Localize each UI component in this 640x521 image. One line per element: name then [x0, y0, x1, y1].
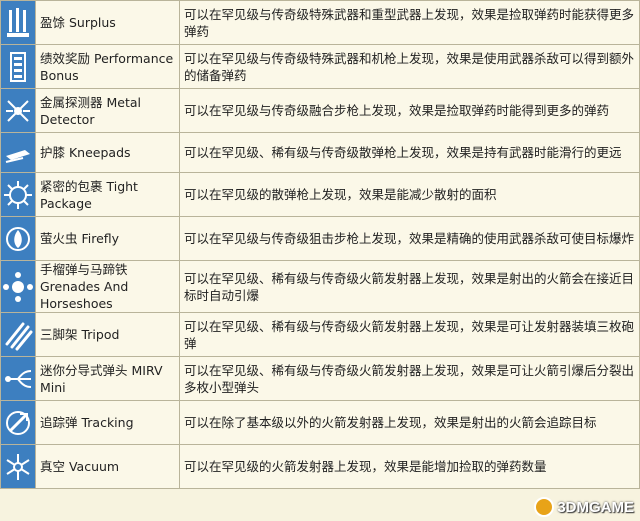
vacuum-icon: [2, 450, 35, 484]
perk-description: 可以在罕见级的散弹枪上发现，效果是能减少散射的面积: [179, 172, 640, 217]
perk-description: 可以在罕见级、稀有级与传奇级散弹枪上发现，效果是持有武器时能滑行的更远: [179, 132, 640, 173]
icon-cell: [0, 400, 36, 445]
tight-package-icon: [2, 178, 35, 212]
perk-description: 可以在罕见级、稀有级与传奇级火箭发射器上发现，效果是可让火箭引爆后分裂出多枚小型…: [179, 356, 640, 401]
perk-description: 可以在罕见级与传奇级特殊武器和机枪上发现，效果是使用武器杀敌可以得到额外的储备弹…: [179, 44, 640, 89]
perk-name: 迷你分导式弹头 MIRV Mini: [35, 356, 180, 401]
perk-name: 绩效奖励 Performance Bonus: [35, 44, 180, 89]
table-row: 绩效奖励 Performance Bonus 可以在罕见级与传奇级特殊武器和机枪…: [0, 44, 640, 89]
perk-name: 盈馀 Surplus: [35, 0, 180, 45]
table-row: 真空 Vacuum 可以在罕见级的火箭发射器上发现，效果是能增加捡取的弹药数量: [0, 444, 640, 489]
firefly-icon: [2, 222, 35, 256]
perk-name: 三脚架 Tripod: [35, 312, 180, 357]
icon-cell: [0, 312, 36, 357]
perk-description: 可以在罕见级、稀有级与传奇级火箭发射器上发现，效果是可让发射器装填三枚砲弹: [179, 312, 640, 357]
table-row: 紧密的包裹 Tight Package 可以在罕见级的散弹枪上发现，效果是能减少…: [0, 172, 640, 217]
table-row: 护膝 Kneepads 可以在罕见级、稀有级与传奇级散弹枪上发现，效果是持有武器…: [0, 132, 640, 173]
perk-description: 可以在罕见级、稀有级与传奇级火箭发射器上发现，效果是射出的火箭会在接近目标时自动…: [179, 260, 640, 313]
icon-cell: [0, 356, 36, 401]
icon-cell: [0, 216, 36, 261]
surplus-icon: [2, 6, 35, 40]
icon-cell: [0, 260, 36, 313]
performance-bonus-icon: [2, 50, 35, 84]
table-row: 萤火虫 Firefly 可以在罕见级与传奇级狙击步枪上发现，效果是精确的使用武器…: [0, 216, 640, 261]
table-row: 追踪弹 Tracking 可以在除了基本级以外的火箭发射器上发现，效果是射出的火…: [0, 400, 640, 445]
icon-cell: [0, 132, 36, 173]
table-row: 三脚架 Tripod 可以在罕见级、稀有级与传奇级火箭发射器上发现，效果是可让发…: [0, 312, 640, 357]
perk-name: 追踪弹 Tracking: [35, 400, 180, 445]
perk-name: 金属探测器 Metal Detector: [35, 88, 180, 133]
perk-description: 可以在罕见级与传奇级融合步枪上发现，效果是捡取弹药时能得到更多的弹药: [179, 88, 640, 133]
watermark: 3DMGAME: [534, 497, 634, 517]
perk-name: 护膝 Kneepads: [35, 132, 180, 173]
table-row: 金属探测器 Metal Detector 可以在罕见级与传奇级融合步枪上发现，效…: [0, 88, 640, 133]
table-row: 迷你分导式弹头 MIRV Mini 可以在罕见级、稀有级与传奇级火箭发射器上发现…: [0, 356, 640, 401]
icon-cell: [0, 444, 36, 489]
metal-detector-icon: [2, 94, 35, 128]
icon-cell: [0, 172, 36, 217]
icon-cell: [0, 44, 36, 89]
tripod-icon: [2, 318, 35, 352]
table-row: 盈馀 Surplus 可以在罕见级与传奇级特殊武器和重型武器上发现，效果是捡取弹…: [0, 0, 640, 45]
icon-cell: [0, 88, 36, 133]
mirv-mini-icon: [2, 362, 35, 396]
icon-cell: [0, 0, 36, 45]
kneepads-icon: [2, 138, 35, 168]
perk-name: 真空 Vacuum: [35, 444, 180, 489]
perk-description: 可以在罕见级的火箭发射器上发现，效果是能增加捡取的弹药数量: [179, 444, 640, 489]
perk-description: 可以在罕见级与传奇级特殊武器和重型武器上发现，效果是捡取弹药时能获得更多弹药: [179, 0, 640, 45]
grenades-horseshoes-icon: [2, 270, 35, 304]
watermark-text: 3DMGAME: [557, 498, 634, 516]
3dm-logo-icon: [534, 497, 555, 517]
perk-description: 可以在除了基本级以外的火箭发射器上发现，效果是射出的火箭会追踪目标: [179, 400, 640, 445]
perk-table: 盈馀 Surplus 可以在罕见级与传奇级特殊武器和重型武器上发现，效果是捡取弹…: [0, 0, 640, 489]
perk-description: 可以在罕见级与传奇级狙击步枪上发现，效果是精确的使用武器杀敌可使目标爆炸: [179, 216, 640, 261]
table-row: 手榴弹与马蹄铁 Grenades And Horseshoes 可以在罕见级、稀…: [0, 260, 640, 313]
perk-name: 手榴弹与马蹄铁 Grenades And Horseshoes: [35, 260, 180, 313]
perk-name: 萤火虫 Firefly: [35, 216, 180, 261]
tracking-icon: [2, 406, 35, 440]
perk-name: 紧密的包裹 Tight Package: [35, 172, 180, 217]
